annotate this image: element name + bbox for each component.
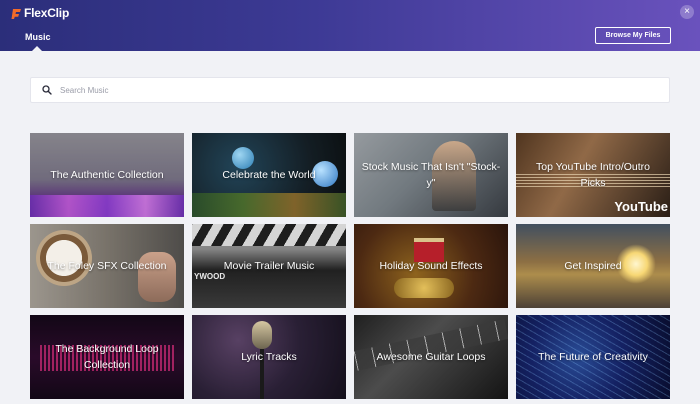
search-input[interactable] [60, 80, 669, 100]
card-label: Lyric Tracks [241, 351, 297, 363]
close-button[interactable]: × [680, 5, 694, 19]
ornament-image [232, 147, 254, 169]
collection-card-celebrate[interactable]: Celebrate the World [192, 133, 346, 217]
active-tab-indicator [32, 46, 42, 51]
collection-card-authentic[interactable]: The Authentic Collection [30, 133, 184, 217]
collection-card-foley-sfx[interactable]: The Foley SFX Collection [30, 224, 184, 308]
collection-card-lyric-tracks[interactable]: Lyric Tracks [192, 315, 346, 399]
top-header: FlexClip × Music Browse My Files [0, 0, 700, 51]
card-label: Stock Music That Isn't "Stock-y" [361, 161, 501, 189]
collection-card-future-creativity[interactable]: The Future of Creativity [516, 315, 670, 399]
card-label: Top YouTube Intro/Outro Picks [535, 161, 651, 189]
card-label: The Background Loop Collection [55, 343, 159, 371]
card-label: The Foley SFX Collection [47, 260, 167, 272]
collection-card-get-inspired[interactable]: Get Inspired [516, 224, 670, 308]
flexclip-logo-icon [11, 7, 23, 19]
card-label: Get Inspired [564, 260, 622, 272]
search-bar[interactable] [30, 77, 670, 103]
collection-card-stock-music[interactable]: Stock Music That Isn't "Stock-y" [354, 133, 508, 217]
bells-image [394, 278, 454, 298]
microphone-image [252, 321, 272, 349]
tab-music[interactable]: Music [25, 32, 51, 42]
card-label: Celebrate the World [222, 169, 316, 181]
card-label: Movie Trailer Music [223, 260, 315, 272]
youtube-logo: YouTube [614, 199, 668, 214]
card-label: Awesome Guitar Loops [376, 351, 486, 363]
logo-text: FlexClip [24, 6, 70, 20]
card-label: The Future of Creativity [538, 351, 648, 363]
collection-card-movie-trailer[interactable]: YWOOD Movie Trailer Music [192, 224, 346, 308]
card-label: The Authentic Collection [50, 169, 164, 181]
collection-card-holiday-sfx[interactable]: Holiday Sound Effects [354, 224, 508, 308]
card-label: Holiday Sound Effects [379, 260, 483, 272]
tree-image [192, 193, 346, 217]
search-icon [34, 77, 60, 103]
browse-my-files-button[interactable]: Browse My Files [595, 27, 671, 44]
collection-card-youtube-intro[interactable]: YouTube Top YouTube Intro/Outro Picks [516, 133, 670, 217]
clapperboard-stripes-image [192, 224, 346, 246]
flexclip-logo: FlexClip [11, 6, 69, 20]
collection-card-background-loop[interactable]: The Background Loop Collection [30, 315, 184, 399]
crowd-lights-image [30, 195, 184, 217]
collection-card-guitar-loops[interactable]: Awesome Guitar Loops [354, 315, 508, 399]
